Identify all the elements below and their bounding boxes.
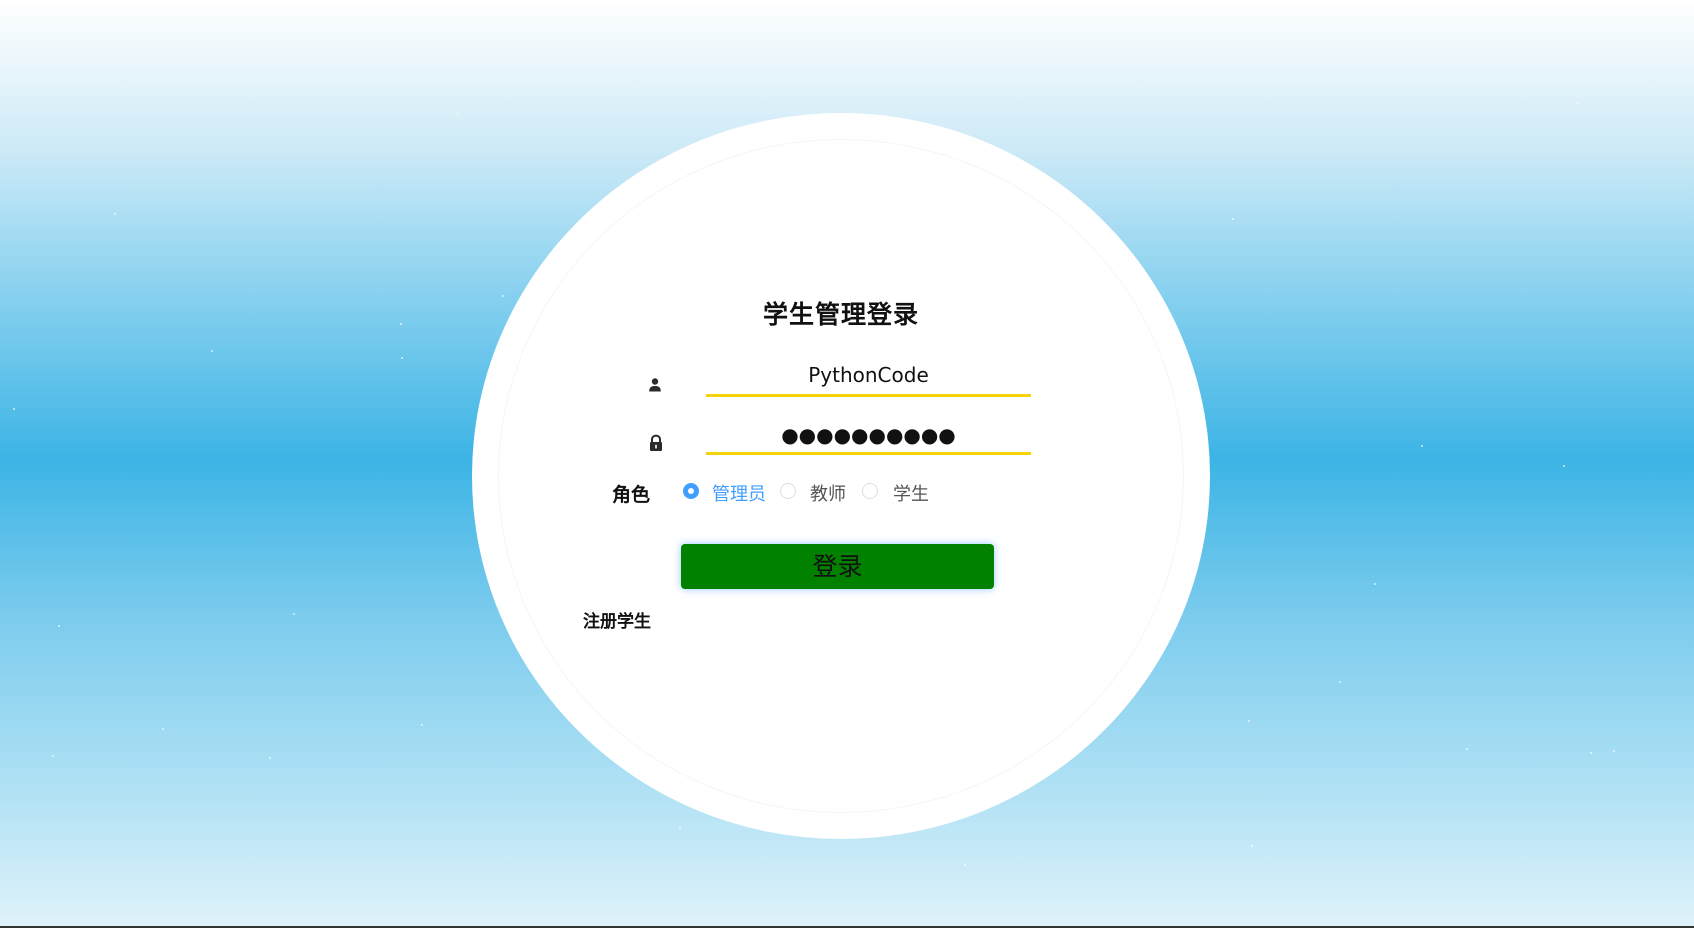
register-student-link[interactable]: 注册学生 <box>583 607 651 632</box>
role-label: 角色 <box>612 484 651 506</box>
role-radio-student-label[interactable]: 学生 <box>893 480 929 506</box>
login-button[interactable]: 登录 <box>681 544 994 589</box>
user-icon <box>649 378 661 392</box>
role-radio-student[interactable] <box>862 483 878 499</box>
role-radio-admin[interactable] <box>683 483 699 499</box>
lock-icon <box>650 434 662 451</box>
role-radio-teacher[interactable] <box>780 483 796 499</box>
role-radio-admin-label[interactable]: 管理员 <box>712 480 766 506</box>
login-card-inner-ring <box>498 139 1184 813</box>
login-page: 学生管理登录 PythonCode ●●●●●●●●●● 角色 管理员 教师 学… <box>0 0 1694 928</box>
username-input[interactable]: PythonCode <box>706 358 1031 397</box>
password-input[interactable]: ●●●●●●●●●● <box>706 420 1031 455</box>
role-radio-teacher-label[interactable]: 教师 <box>810 480 846 506</box>
login-card-circle <box>472 113 1210 839</box>
page-title: 学生管理登录 <box>762 300 919 329</box>
